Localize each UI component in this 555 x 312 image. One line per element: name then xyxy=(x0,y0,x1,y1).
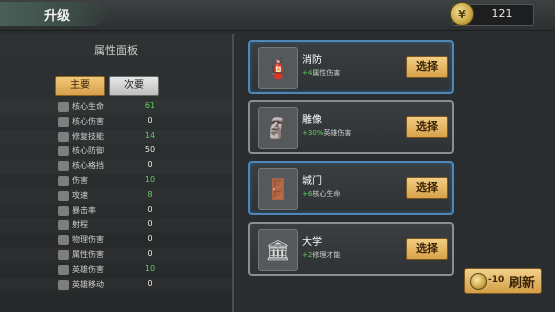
coin-icon xyxy=(470,273,487,290)
speed-icon xyxy=(58,190,69,201)
coin-icon: ¥ xyxy=(450,2,474,26)
bonus-value: +4 xyxy=(302,69,313,77)
stat-row: 英雄移动 0 xyxy=(0,278,232,293)
card-name: 城门 xyxy=(302,176,322,187)
card-name: 雕像 xyxy=(302,115,322,126)
card-name: 消防 xyxy=(302,55,322,66)
select-button[interactable]: 选择 xyxy=(406,177,448,199)
stat-value: 0 xyxy=(147,234,153,244)
bonus-label: 修理才能 xyxy=(312,251,341,259)
crit-icon xyxy=(58,205,69,216)
stat-name: 修复技能 xyxy=(72,131,104,141)
bonus-label: 核心生命 xyxy=(312,190,341,198)
wrench-icon xyxy=(58,131,69,142)
fire-station-icon: 🧯 xyxy=(258,47,298,89)
stat-name: 英雄伤害 xyxy=(72,264,104,274)
currency-value: 121 xyxy=(491,7,513,20)
boot-icon xyxy=(58,279,69,290)
stat-row: 暴击率 0 xyxy=(0,204,232,219)
refresh-cost: -10 xyxy=(488,275,505,285)
stat-row: 核心生命 61 xyxy=(0,100,232,115)
shield-icon xyxy=(58,146,69,157)
stat-row: 核心伤害 0 xyxy=(0,115,232,130)
tab-secondary[interactable]: 次要 xyxy=(109,76,159,96)
damage-icon xyxy=(58,175,69,186)
stat-value: 10 xyxy=(144,174,156,184)
refresh-label: 刷新 xyxy=(509,276,536,291)
stat-value: 61 xyxy=(144,101,156,110)
stat-list: 核心生命 61 核心伤害 0 修复技能 14 核心防御 50 核心格挡 0 伤害 10 攻速 8 暴击率 0 射… xyxy=(0,100,232,292)
sword-icon xyxy=(58,116,69,127)
upgrade-card[interactable]: 🏛 大学 +2修理才能 选择 xyxy=(248,222,454,276)
stat-name: 暴击率 xyxy=(72,205,96,215)
stat-value: 0 xyxy=(147,248,153,258)
stat-value: 50 xyxy=(144,145,156,155)
bonus-value: +30% xyxy=(302,129,324,137)
upgrade-card[interactable]: 🚪 城门 +6核心生命 选择 xyxy=(248,161,454,215)
element-icon xyxy=(58,249,69,260)
select-button[interactable]: 选择 xyxy=(406,56,448,78)
stat-row: 物理伤害 0 xyxy=(0,233,232,248)
card-bonus: +30%英雄伤害 xyxy=(302,128,351,138)
statue-icon: 🗿 xyxy=(258,107,298,149)
stat-name: 伤害 xyxy=(72,175,88,185)
stat-name: 属性伤害 xyxy=(72,249,104,259)
stat-value: 0 xyxy=(147,115,153,125)
upgrade-card[interactable]: 🗿 雕像 +30%英雄伤害 选择 xyxy=(248,100,454,154)
stat-name: 射程 xyxy=(72,220,88,230)
page-title: 升级 xyxy=(44,9,71,24)
top-bar: 升级 ¥ 121 xyxy=(0,0,555,31)
select-button[interactable]: 选择 xyxy=(406,116,448,138)
stat-value: 0 xyxy=(147,160,153,170)
upgrade-card[interactable]: 🧯 消防 +4属性伤害 选择 xyxy=(248,40,454,94)
stat-row: 核心防御 50 xyxy=(0,144,232,159)
physical-icon xyxy=(58,235,69,246)
stat-row: 核心格挡 0 xyxy=(0,159,232,174)
university-icon: 🏛 xyxy=(258,229,298,271)
range-icon xyxy=(58,220,69,231)
bonus-label: 属性伤害 xyxy=(312,69,341,77)
stat-row: 属性伤害 0 xyxy=(0,248,232,263)
hero-damage-icon xyxy=(58,264,69,275)
stat-value: 14 xyxy=(144,130,156,140)
block-icon xyxy=(58,161,69,172)
bonus-label: 英雄伤害 xyxy=(323,129,352,137)
heart-icon xyxy=(58,102,69,112)
stat-row: 射程 0 xyxy=(0,218,232,233)
stat-name: 攻速 xyxy=(72,190,88,200)
stat-name: 核心防御 xyxy=(72,146,104,156)
panel-title: 属性面板 xyxy=(94,44,138,57)
stat-name: 核心伤害 xyxy=(72,116,104,126)
tab-main[interactable]: 主要 xyxy=(55,76,105,96)
stat-value: 10 xyxy=(144,263,156,273)
refresh-button[interactable]: -10 刷新 xyxy=(464,268,542,294)
stat-row: 英雄伤害 10 xyxy=(0,263,232,278)
stat-value: 0 xyxy=(147,278,153,288)
stat-row: 修复技能 14 xyxy=(0,130,232,145)
stat-value: 0 xyxy=(147,204,153,214)
bonus-value: +2 xyxy=(302,251,313,259)
stat-row: 伤害 10 xyxy=(0,174,232,189)
card-name: 大学 xyxy=(302,237,322,248)
attribute-panel: 属性面板 主要 次要 核心生命 61 核心伤害 0 修复技能 14 核心防御 50 核心格挡 0 伤… xyxy=(0,34,234,312)
stat-value: 0 xyxy=(147,219,153,229)
card-bonus: +4属性伤害 xyxy=(302,68,340,78)
stat-value: 8 xyxy=(147,189,153,199)
stat-row: 攻速 8 xyxy=(0,189,232,204)
stat-name: 核心格挡 xyxy=(72,161,104,171)
stat-name: 核心生命 xyxy=(72,102,104,111)
bonus-value: +6 xyxy=(302,190,313,198)
stat-name: 物理伤害 xyxy=(72,235,104,245)
select-button[interactable]: 选择 xyxy=(406,238,448,260)
gate-icon: 🚪 xyxy=(258,168,298,210)
card-bonus: +2修理才能 xyxy=(302,250,340,260)
card-bonus: +6核心生命 xyxy=(302,189,340,199)
stat-name: 英雄移动 xyxy=(72,279,104,289)
